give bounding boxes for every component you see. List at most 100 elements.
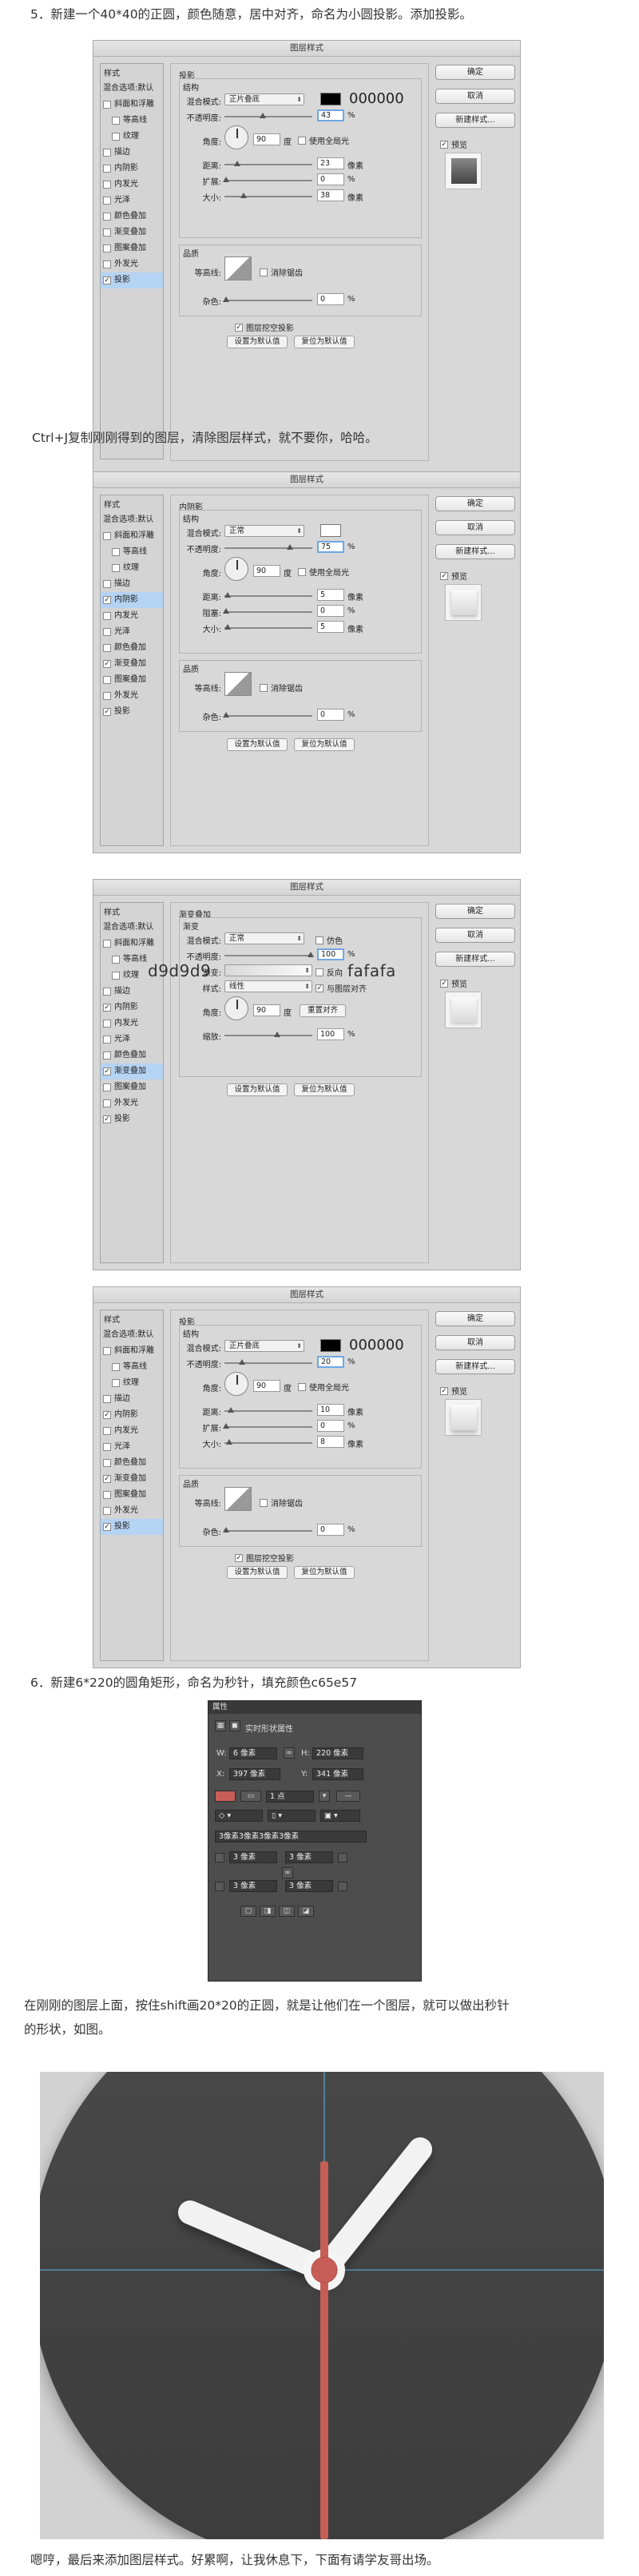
- checkbox[interactable]: [112, 548, 120, 556]
- checkbox[interactable]: [103, 229, 111, 237]
- style-contour[interactable]: 等高线: [101, 1359, 163, 1375]
- style-outer-glow[interactable]: 外发光: [101, 1503, 163, 1519]
- checkbox[interactable]: [112, 972, 120, 980]
- new-style-button[interactable]: 新建样式...: [435, 1359, 515, 1374]
- checkbox[interactable]: [103, 612, 111, 620]
- style-pattern-overlay[interactable]: 图案叠加: [101, 1079, 163, 1095]
- slider-knob[interactable]: [240, 193, 247, 198]
- noise-input[interactable]: 0: [317, 709, 344, 721]
- angle-input[interactable]: 90: [253, 1004, 280, 1016]
- checkbox[interactable]: ✓: [103, 1115, 111, 1123]
- distance-slider[interactable]: [224, 161, 312, 166]
- noise-slider[interactable]: [223, 296, 312, 302]
- knockout-checkbox[interactable]: ✓ 图层挖空投影: [235, 321, 294, 333]
- checkbox[interactable]: [103, 1459, 111, 1467]
- style-inner-glow[interactable]: 内发光: [101, 177, 163, 193]
- style-outer-glow[interactable]: 外发光: [101, 1095, 163, 1111]
- checkbox[interactable]: [103, 149, 111, 157]
- style-pattern-overlay[interactable]: 图案叠加: [101, 1487, 163, 1503]
- radius-link-icon[interactable]: ∞: [282, 1867, 293, 1878]
- noise-slider[interactable]: [223, 712, 312, 718]
- reset-default-button[interactable]: 复位为默认值: [294, 1566, 355, 1579]
- style-stroke[interactable]: 描边: [101, 1391, 163, 1407]
- radius-bottom-right-input[interactable]: 3 像素: [285, 1880, 333, 1892]
- checkbox[interactable]: [103, 628, 111, 636]
- align-with-layer-checkbox[interactable]: ✓ 与图层对齐: [316, 982, 367, 994]
- checkbox[interactable]: ✓: [440, 1386, 448, 1395]
- blend-mode-select[interactable]: 正常: [224, 525, 304, 537]
- scale-input[interactable]: 100: [317, 1028, 344, 1040]
- checkbox[interactable]: [103, 940, 111, 948]
- ok-button[interactable]: 确定: [435, 65, 515, 80]
- checkbox[interactable]: ✓: [103, 276, 111, 284]
- fill-color-swatch[interactable]: [215, 1791, 236, 1802]
- checkbox[interactable]: [298, 1382, 306, 1391]
- style-satin[interactable]: 光泽: [101, 1439, 163, 1455]
- opacity-slider[interactable]: [224, 952, 314, 957]
- preview-checkbox[interactable]: ✓ 预览: [440, 138, 467, 150]
- reset-default-button[interactable]: 复位为默认值: [294, 336, 355, 348]
- slider-knob[interactable]: [223, 608, 229, 614]
- checkbox[interactable]: [298, 136, 306, 145]
- style-gradient-overlay[interactable]: 渐变叠加: [101, 225, 163, 241]
- make-default-button[interactable]: 设置为默认值: [227, 336, 288, 348]
- checkbox[interactable]: [103, 1083, 111, 1091]
- checkbox[interactable]: ✓: [440, 140, 448, 149]
- link-icon[interactable]: ∞: [284, 1747, 295, 1759]
- path-exclude-icon[interactable]: ◪: [298, 1906, 314, 1917]
- checkbox[interactable]: [103, 165, 111, 173]
- slider-knob[interactable]: [224, 624, 231, 630]
- style-color-overlay[interactable]: 颜色叠加: [101, 1455, 163, 1471]
- make-default-button[interactable]: 设置为默认值: [227, 1083, 288, 1096]
- style-texture[interactable]: 纹理: [101, 129, 163, 145]
- slider-knob[interactable]: [223, 1423, 229, 1429]
- slider-knob[interactable]: [226, 1439, 232, 1445]
- style-satin[interactable]: 光泽: [101, 624, 163, 640]
- checkbox[interactable]: [103, 580, 111, 588]
- dropdown-icon[interactable]: ▾: [319, 1791, 330, 1802]
- style-blending-options[interactable]: 混合选项:默认: [101, 1327, 163, 1343]
- style-blending-options[interactable]: 混合选项:默认: [101, 512, 163, 528]
- style-inner-shadow[interactable]: ✓ 内阴影: [101, 1000, 163, 1016]
- style-blending-options[interactable]: 混合选项:默认: [101, 920, 163, 936]
- style-bevel[interactable]: 斜面和浮雕: [101, 1343, 163, 1359]
- radius-top-right-input[interactable]: 3 像素: [285, 1851, 333, 1863]
- checkbox[interactable]: [103, 1507, 111, 1515]
- checkbox[interactable]: [103, 197, 111, 205]
- anti-alias-checkbox[interactable]: 消除锯齿: [260, 266, 303, 278]
- width-input[interactable]: 6 像素: [229, 1747, 277, 1759]
- style-inner-glow[interactable]: 内发光: [101, 608, 163, 624]
- size-slider[interactable]: [224, 193, 312, 198]
- style-inner-shadow[interactable]: ✓ 内阴影: [101, 1407, 163, 1423]
- reverse-checkbox[interactable]: 反向: [316, 966, 343, 978]
- checkbox[interactable]: [103, 1099, 111, 1107]
- checkbox[interactable]: [103, 101, 111, 109]
- anti-alias-checkbox[interactable]: 消除锯齿: [260, 1497, 303, 1509]
- blend-mode-select[interactable]: 正片叠底: [224, 93, 304, 105]
- style-color-overlay[interactable]: 颜色叠加: [101, 1047, 163, 1063]
- checkbox[interactable]: [103, 244, 111, 252]
- gradient-picker[interactable]: [224, 964, 312, 976]
- checkbox[interactable]: [103, 1347, 111, 1355]
- preview-checkbox[interactable]: ✓ 预览: [440, 977, 467, 989]
- knockout-checkbox[interactable]: ✓ 图层挖空投影: [235, 1552, 294, 1564]
- style-outer-glow[interactable]: 外发光: [101, 688, 163, 704]
- checkbox[interactable]: [260, 683, 268, 692]
- stroke-swatch-icon[interactable]: ▭: [240, 1791, 261, 1802]
- checkbox[interactable]: [103, 260, 111, 268]
- scale-slider[interactable]: [224, 1032, 312, 1037]
- blend-mode-select[interactable]: 正片叠底: [224, 1340, 304, 1352]
- size-input[interactable]: 8: [317, 1436, 344, 1448]
- cap-select[interactable]: ▯ ▾: [268, 1810, 316, 1822]
- mask-icon[interactable]: ◼: [229, 1720, 240, 1731]
- contour-picker[interactable]: [224, 672, 252, 696]
- checkbox[interactable]: [112, 564, 120, 572]
- checkbox[interactable]: [103, 988, 111, 996]
- size-input[interactable]: 38: [317, 189, 344, 201]
- choke-slider[interactable]: [223, 608, 312, 614]
- checkbox[interactable]: [103, 1491, 111, 1499]
- cancel-button[interactable]: 取消: [435, 520, 515, 535]
- checkbox[interactable]: ✓: [103, 660, 111, 668]
- checkbox[interactable]: ✓: [103, 1004, 111, 1012]
- style-stroke[interactable]: 描边: [101, 576, 163, 592]
